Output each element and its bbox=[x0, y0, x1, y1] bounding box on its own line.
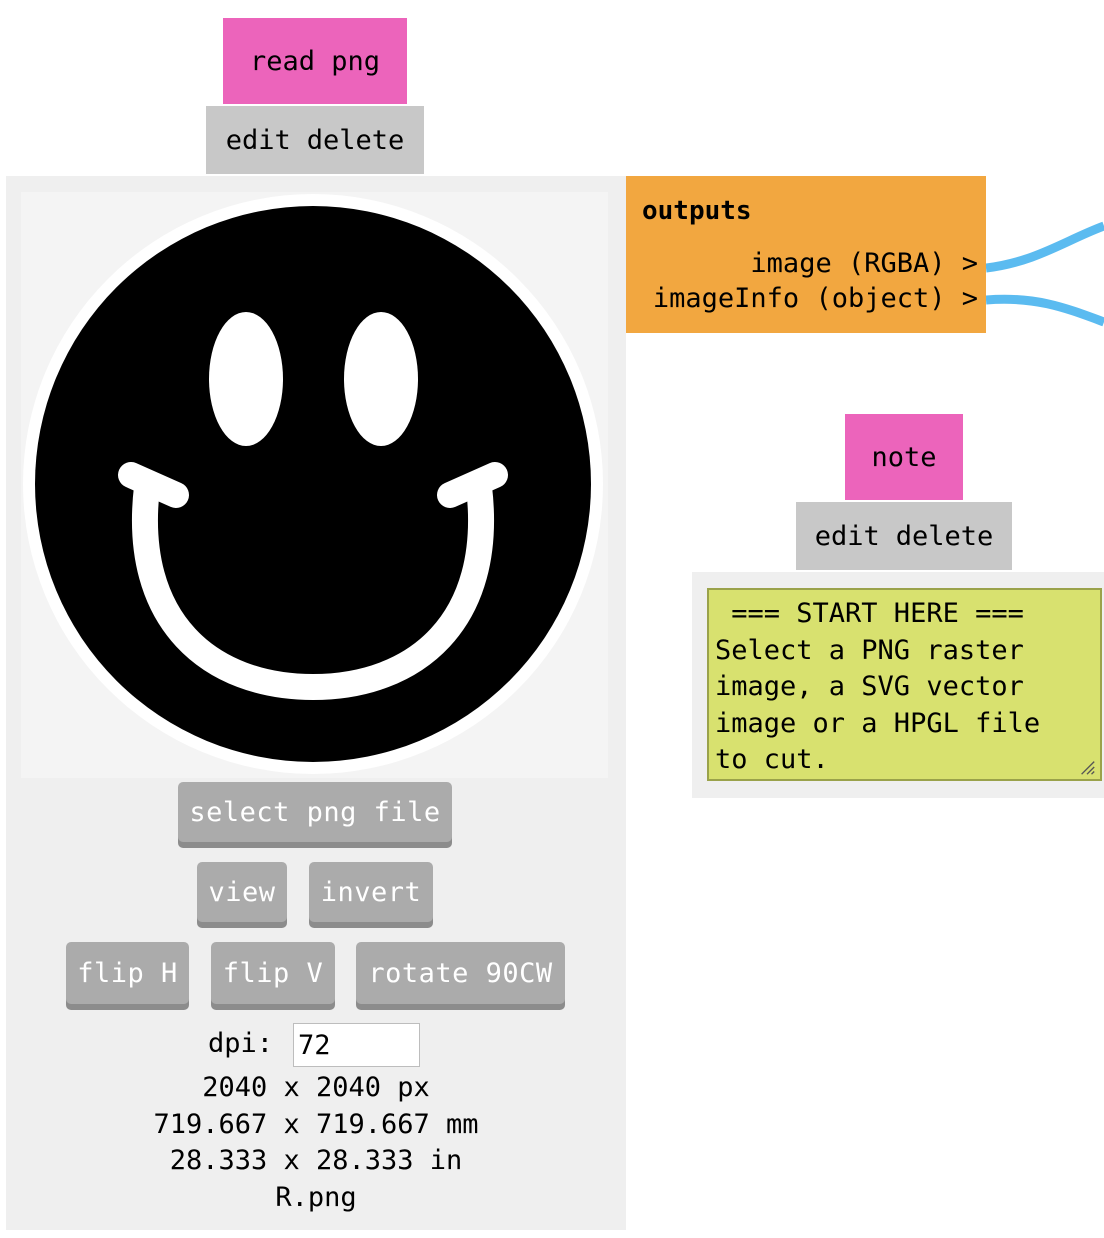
note-delete-link[interactable]: delete bbox=[896, 521, 994, 552]
note-textarea[interactable]: === START HERE === Select a PNG raster i… bbox=[707, 588, 1102, 781]
read-png-edit-link[interactable]: edit bbox=[226, 125, 291, 156]
outputs-heading: outputs bbox=[642, 196, 752, 226]
select-png-file-button[interactable]: select png file bbox=[178, 782, 452, 842]
read-png-title[interactable]: read png bbox=[223, 18, 407, 104]
image-filename: R.png bbox=[275, 1182, 357, 1213]
output-port-imageinfo[interactable]: imageInfo (object) > bbox=[653, 283, 978, 314]
connection-wires bbox=[986, 221, 1104, 327]
image-size-mm: 719.667 x 719.667 mm bbox=[153, 1109, 479, 1140]
image-preview bbox=[21, 192, 608, 778]
read-png-title-label: read png bbox=[249, 45, 381, 77]
flip-v-button[interactable]: flip V bbox=[211, 942, 335, 1004]
flip-h-button[interactable]: flip H bbox=[66, 942, 189, 1004]
note-title[interactable]: note bbox=[845, 414, 963, 500]
read-png-delete-link[interactable]: delete bbox=[307, 125, 405, 156]
invert-button[interactable]: invert bbox=[309, 862, 433, 922]
dpi-input[interactable]: 72 bbox=[293, 1023, 420, 1067]
output-port-image[interactable]: image (RGBA) > bbox=[750, 248, 978, 279]
outputs-box: outputs image (RGBA) > imageInfo (object… bbox=[626, 176, 986, 333]
image-size-in: 28.333 x 28.333 in bbox=[169, 1145, 463, 1176]
image-size-px: 2040 x 2040 px bbox=[202, 1072, 430, 1103]
resize-grip-icon[interactable] bbox=[1078, 758, 1096, 776]
note-title-label: note bbox=[871, 441, 937, 473]
note-action-bar: edit delete bbox=[796, 502, 1012, 570]
rotate-90cw-button[interactable]: rotate 90CW bbox=[356, 942, 565, 1004]
dpi-label: dpi: bbox=[208, 1028, 274, 1059]
view-button[interactable]: view bbox=[197, 862, 287, 922]
read-png-action-bar: edit delete bbox=[206, 106, 424, 174]
note-edit-link[interactable]: edit bbox=[815, 521, 880, 552]
smiley-image bbox=[23, 194, 603, 774]
